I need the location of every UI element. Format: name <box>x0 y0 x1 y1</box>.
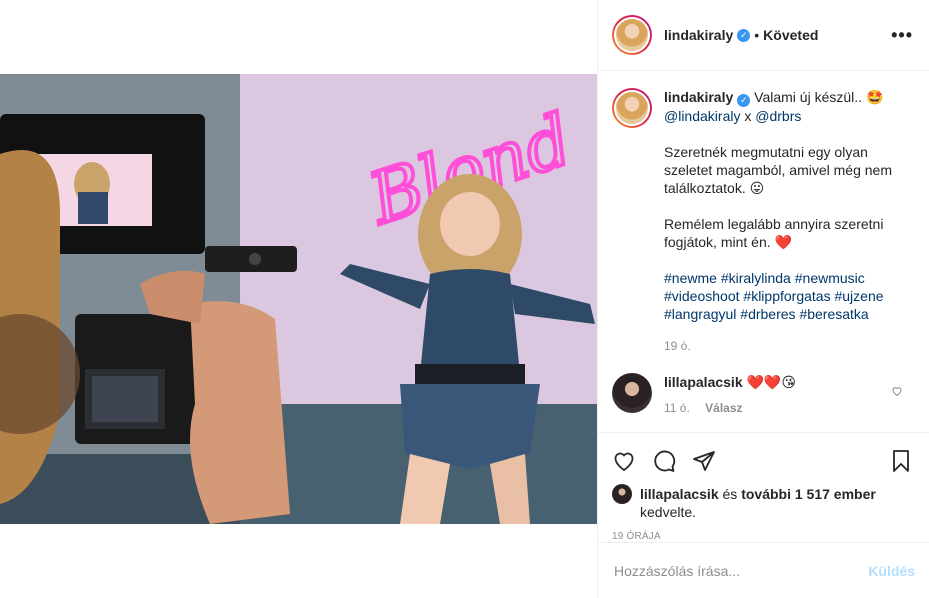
follow-status-button[interactable]: Követed <box>763 27 818 43</box>
likes-summary: lillapalacsik és további 1 517 ember ked… <box>612 484 913 521</box>
mention-link[interactable]: @drbrs <box>755 108 801 124</box>
bookmark-icon[interactable] <box>889 449 913 473</box>
instagram-post-view: Blond lindakiraly ✓ • Követed ••• lindak… <box>0 0 929 598</box>
post-actions: lillapalacsik és további 1 517 ember ked… <box>598 432 929 542</box>
comment-timestamp[interactable]: 11 ó. <box>664 401 690 415</box>
post-header: lindakiraly ✓ • Követed ••• <box>598 0 929 71</box>
hashtag-link[interactable]: #langragyul <box>664 306 736 322</box>
caption-paragraph: Szeretnék megmutatni egy olyan szeletet … <box>664 144 892 196</box>
comment-meta: 11 ó. Válasz <box>664 399 904 417</box>
hashtag-link[interactable]: #beresatka <box>799 306 868 322</box>
caption-body: lindakiraly ✓ Valami új készül.. 🤩 @linda… <box>664 88 904 355</box>
more-options-icon[interactable]: ••• <box>891 25 913 46</box>
post-side-panel: lindakiraly ✓ • Követed ••• lindakiraly ✓… <box>597 0 929 598</box>
caption-x: x <box>744 108 752 124</box>
likes-connector: és <box>718 486 742 502</box>
author-avatar[interactable] <box>612 15 652 55</box>
post-media-area: Blond <box>0 0 597 598</box>
photo-illustration: Blond <box>0 74 597 524</box>
comment-input[interactable] <box>614 562 869 579</box>
author-username[interactable]: lindakiraly <box>664 27 733 43</box>
hashtag-link[interactable]: #newmusic <box>795 270 865 286</box>
caption-line1: Valami új készül.. 🤩 <box>754 89 884 105</box>
hashtag-link[interactable]: #ujzene <box>834 288 883 304</box>
hashtag-link[interactable]: #newme <box>664 270 717 286</box>
comment-text: ❤️❤️😘 <box>746 374 796 390</box>
commenter-avatar[interactable] <box>612 373 652 413</box>
verified-badge-icon: ✓ <box>737 94 751 107</box>
comment-item: lillapalacsik ❤️❤️😘 11 ó. Válasz <box>612 373 913 417</box>
comment-like-heart-icon[interactable] <box>891 385 903 397</box>
caption-username[interactable]: lindakiraly <box>664 89 733 105</box>
comment-input-bar: Küldés <box>598 542 929 598</box>
comments-section: lindakiraly ✓ Valami új készül.. 🤩 @linda… <box>598 72 929 432</box>
post-photo[interactable]: Blond <box>0 74 597 524</box>
hashtag-link[interactable]: #klippforgatas <box>743 288 830 304</box>
share-send-icon[interactable] <box>692 449 716 473</box>
reply-button[interactable]: Válasz <box>705 401 742 415</box>
post-timestamp[interactable]: 19 ÓRÁJA <box>612 531 913 542</box>
comment-body: lillapalacsik ❤️❤️😘 11 ó. Válasz <box>664 373 904 417</box>
liker-username[interactable]: lillapalacsik <box>640 486 719 502</box>
hashtag-link[interactable]: #kiralylinda <box>721 270 791 286</box>
hashtag-link[interactable]: #drberes <box>740 306 795 322</box>
mention-link[interactable]: @lindakiraly <box>664 108 740 124</box>
likes-suffix: kedvelte. <box>640 504 697 520</box>
hashtag-list: #newme #kiralylinda #newmusic #videoshoo… <box>664 269 904 323</box>
hashtag-link[interactable]: #videoshoot <box>664 288 740 304</box>
caption-avatar[interactable] <box>612 88 652 128</box>
likes-count-link[interactable]: további 1 517 ember <box>741 486 876 502</box>
likes-text: lillapalacsik és további 1 517 ember ked… <box>640 485 876 521</box>
caption-paragraph: Remélem legalább annyira szeretni fogját… <box>664 216 884 250</box>
caption-timestamp[interactable]: 19 ó. <box>664 337 904 355</box>
like-heart-icon[interactable] <box>612 449 636 473</box>
commenter-username[interactable]: lillapalacsik <box>664 374 743 390</box>
verified-badge-icon: ✓ <box>737 28 751 42</box>
action-icons <box>612 441 913 481</box>
liker-avatar[interactable] <box>612 484 632 504</box>
comment-bubble-icon[interactable] <box>652 449 676 473</box>
caption: lindakiraly ✓ Valami új készül.. 🤩 @linda… <box>612 88 913 355</box>
separator-dot: • <box>754 27 760 43</box>
post-comment-button[interactable]: Küldés <box>868 563 915 579</box>
